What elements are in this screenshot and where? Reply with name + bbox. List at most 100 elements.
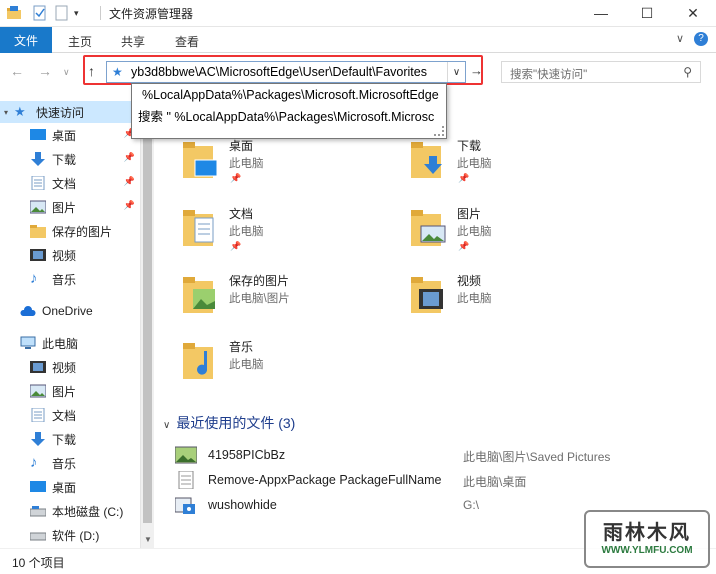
saved-pictures-folder-icon — [183, 277, 215, 313]
window-title: 文件资源管理器 — [109, 7, 194, 21]
sidebar-item-this-pc[interactable]: 此电脑 — [0, 332, 140, 354]
recent-file-name: Remove-AppxPackage PackageFullName — [208, 473, 442, 487]
tile-location: 此电脑 — [457, 293, 492, 305]
sidebar-item-downloads[interactable]: 下载 📌 — [0, 148, 140, 170]
expand-ribbon-icon[interactable]: ∨ — [676, 32, 684, 45]
resize-grip-icon[interactable] — [434, 126, 444, 136]
tab-view[interactable]: 查看 — [175, 33, 199, 50]
tile-location: 此电脑 — [229, 359, 264, 371]
sidebar-item-videos[interactable]: 视频 — [0, 244, 140, 266]
tile-downloads[interactable]: 下载 此电脑 📌 — [383, 130, 583, 190]
sidebar-item-pc-documents[interactable]: 文档 — [0, 404, 140, 426]
tile-name: 视频 — [457, 274, 482, 288]
quick-access-toolbar: ▾ — [6, 4, 79, 22]
pin-icon: 📌 — [230, 241, 242, 251]
customize-toolbar-chevron-icon[interactable]: ▾ — [74, 8, 79, 19]
scrollbar-thumb[interactable] — [143, 103, 152, 523]
tile-name: 图片 — [457, 207, 482, 221]
music-icon: ♪ — [30, 454, 38, 471]
pin-icon: 📌 — [123, 176, 135, 186]
recent-files-header[interactable]: ∨ 最近使用的文件 (3) — [163, 413, 295, 433]
desktop-folder-icon — [183, 142, 218, 178]
image-file-icon — [175, 446, 197, 464]
tab-share[interactable]: 共享 — [121, 33, 145, 50]
sidebar-item-drive-d[interactable]: 软件 (D:) — [0, 524, 140, 546]
desktop-icon — [30, 481, 46, 492]
sidebar-item-label: 桌面 — [52, 480, 77, 495]
pin-icon: 📌 — [458, 173, 470, 183]
watermark-logo: 雨林木风 WWW.YLMFU.COM — [584, 510, 710, 568]
sidebar-item-pc-downloads[interactable]: 下载 — [0, 428, 140, 450]
tile-name: 桌面 — [229, 139, 254, 153]
back-button[interactable]: ← — [10, 63, 24, 79]
list-item[interactable]: Remove-AppxPackage PackageFullName 此电脑\桌… — [175, 469, 695, 493]
sidebar-item-label: 下载 — [52, 432, 77, 447]
document-icon — [31, 408, 45, 422]
properties-icon[interactable] — [32, 5, 48, 21]
sidebar-item-label: 文档 — [52, 408, 77, 423]
sidebar-item-pc-videos[interactable]: 视频 — [0, 356, 140, 378]
sidebar-item-label: 音乐 — [52, 456, 77, 471]
item-count: 10 个项目 — [12, 556, 65, 570]
close-button[interactable]: ✕ — [670, 0, 716, 26]
sidebar-item-pc-pictures[interactable]: 图片 — [0, 380, 140, 402]
download-icon — [31, 152, 45, 166]
tile-documents[interactable]: 文档 此电脑 📌 — [155, 198, 355, 258]
tile-name: 保存的图片 — [229, 274, 290, 288]
ribbon-tabs: 文件 主页 共享 查看 ∨ ? — [0, 27, 716, 53]
recent-locations-icon[interactable]: ∨ — [63, 67, 70, 78]
scroll-down-icon[interactable]: ▼ — [144, 535, 152, 544]
help-icon[interactable]: ? — [694, 32, 708, 46]
drive-icon — [30, 506, 46, 517]
tile-name: 文档 — [229, 207, 254, 221]
tile-saved-pictures[interactable]: 保存的图片 此电脑\图片 — [155, 265, 355, 325]
sidebar-item-pc-music[interactable]: ♪ 音乐 — [0, 452, 140, 474]
sidebar-item-label: 音乐 — [52, 272, 77, 287]
autocomplete-option[interactable]: %LocalAppData%\Packages\Microsoft.Micros… — [142, 88, 439, 102]
videos-folder-icon — [411, 277, 443, 313]
sidebar-item-desktop[interactable]: 桌面 📌 — [0, 124, 140, 146]
sidebar-item-onedrive[interactable]: OneDrive — [0, 300, 140, 322]
tab-file[interactable]: 文件 — [0, 27, 52, 53]
troubleshooter-file-icon — [175, 497, 195, 514]
tile-location: 此电脑\图片 — [229, 293, 290, 305]
navigation-pane: ▾ ★ 快速访问 桌面 📌 下载 📌 文档 📌 图片 📌 保存的图片 视频 ♪ … — [0, 93, 140, 548]
sidebar-item-drive-c[interactable]: 本地磁盘 (C:) — [0, 500, 140, 522]
recent-file-location: 此电脑\图片\Saved Pictures — [463, 450, 611, 464]
sidebar-item-documents[interactable]: 文档 📌 — [0, 172, 140, 194]
tile-pictures[interactable]: 图片 此电脑 📌 — [383, 198, 583, 258]
sidebar-item-music[interactable]: ♪ 音乐 — [0, 268, 140, 290]
tile-desktop[interactable]: 桌面 此电脑 📌 — [155, 130, 355, 190]
sidebar-item-label: 保存的图片 — [52, 224, 113, 239]
tile-videos[interactable]: 视频 此电脑 — [383, 265, 583, 325]
new-folder-icon[interactable] — [54, 5, 70, 21]
search-input[interactable]: 搜索"快速访问" — [510, 66, 587, 82]
tile-music[interactable]: 音乐 此电脑 — [155, 331, 355, 391]
sidebar-item-pc-desktop[interactable]: 桌面 — [0, 476, 140, 498]
sidebar-item-saved-pictures[interactable]: 保存的图片 — [0, 220, 140, 242]
search-box[interactable]: 搜索"快速访问" ⚲ — [501, 61, 701, 83]
collapse-chevron-icon[interactable]: ∨ — [163, 420, 170, 431]
tab-home[interactable]: 主页 — [68, 33, 92, 50]
minimize-button[interactable]: — — [578, 0, 624, 26]
downloads-folder-icon — [411, 142, 442, 178]
star-icon: ★ — [14, 104, 26, 119]
sidebar-item-pictures[interactable]: 图片 📌 — [0, 196, 140, 218]
search-icon[interactable]: ⚲ — [683, 65, 692, 79]
sidebar-item-label: 下载 — [52, 152, 77, 167]
content-pane: 桌面 此电脑 📌 下载 此电脑 📌 文档 此电脑 📌 图片 此电脑 📌 保存的图… — [155, 93, 716, 548]
sidebar-item-quick-access[interactable]: ▾ ★ 快速访问 — [0, 101, 140, 123]
drive-icon — [30, 532, 46, 541]
pin-icon: 📌 — [458, 241, 470, 251]
recent-file-name: wushowhide — [208, 498, 277, 512]
maximize-button[interactable]: ☐ — [624, 0, 670, 26]
list-item[interactable]: 41958PICbBz 此电脑\图片\Saved Pictures — [175, 444, 695, 468]
forward-button[interactable]: → — [38, 63, 52, 79]
tile-location: 此电脑 — [229, 158, 264, 170]
annotation-highlight — [83, 55, 483, 85]
sidebar-scrollbar[interactable]: ▲ ▼ — [140, 93, 154, 548]
expand-chevron-icon[interactable]: ▾ — [0, 108, 14, 117]
sidebar-item-label: 图片 — [52, 384, 77, 399]
autocomplete-option[interactable]: 搜索 " %LocalAppData%\Packages\Microsoft.M… — [138, 106, 434, 125]
document-icon — [31, 176, 45, 190]
